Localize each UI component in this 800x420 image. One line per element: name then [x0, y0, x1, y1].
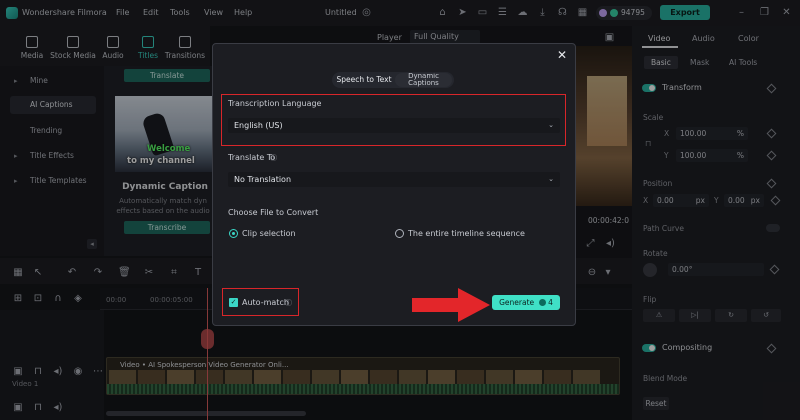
- choose-file-label: Choose File to Convert: [228, 208, 319, 217]
- credit-coin-icon: [539, 299, 547, 306]
- translate-to-select[interactable]: No Translation ⌄: [228, 172, 560, 187]
- help-icon[interactable]: ⓘ: [270, 153, 277, 163]
- transcription-language-label: Transcription Language: [228, 99, 322, 108]
- tab-dynamic-captions[interactable]: Dynamic Captions: [395, 73, 452, 87]
- translate-to-value: No Translation: [234, 175, 292, 184]
- chevron-down-icon: ⌄: [548, 175, 554, 183]
- filmora-app: Wondershare Filmora File Edit Tools View…: [0, 0, 800, 420]
- auto-match-checkbox[interactable]: ✓: [229, 298, 238, 307]
- translate-to-label: Translate To: [228, 153, 276, 162]
- radio-clip-selection[interactable]: [229, 229, 238, 238]
- generate-cost: 4: [548, 298, 553, 307]
- generate-button[interactable]: Generate 4: [492, 295, 560, 310]
- transcription-language-value: English (US): [234, 121, 283, 130]
- radio-entire-timeline[interactable]: [395, 229, 404, 238]
- radio-clip-selection-label: Clip selection: [242, 229, 296, 238]
- generate-label: Generate: [499, 298, 535, 307]
- red-arrow-annotation: [412, 288, 490, 322]
- help-icon[interactable]: ⓘ: [285, 298, 292, 308]
- tab-speech-to-text[interactable]: Speech to Text: [334, 74, 394, 86]
- chevron-down-icon: ⌄: [548, 121, 554, 129]
- transcription-language-select[interactable]: English (US) ⌄: [228, 118, 560, 133]
- auto-match-label: Auto-match: [242, 298, 289, 307]
- radio-entire-timeline-label: The entire timeline sequence: [408, 229, 525, 238]
- close-icon[interactable]: ✕: [555, 48, 569, 62]
